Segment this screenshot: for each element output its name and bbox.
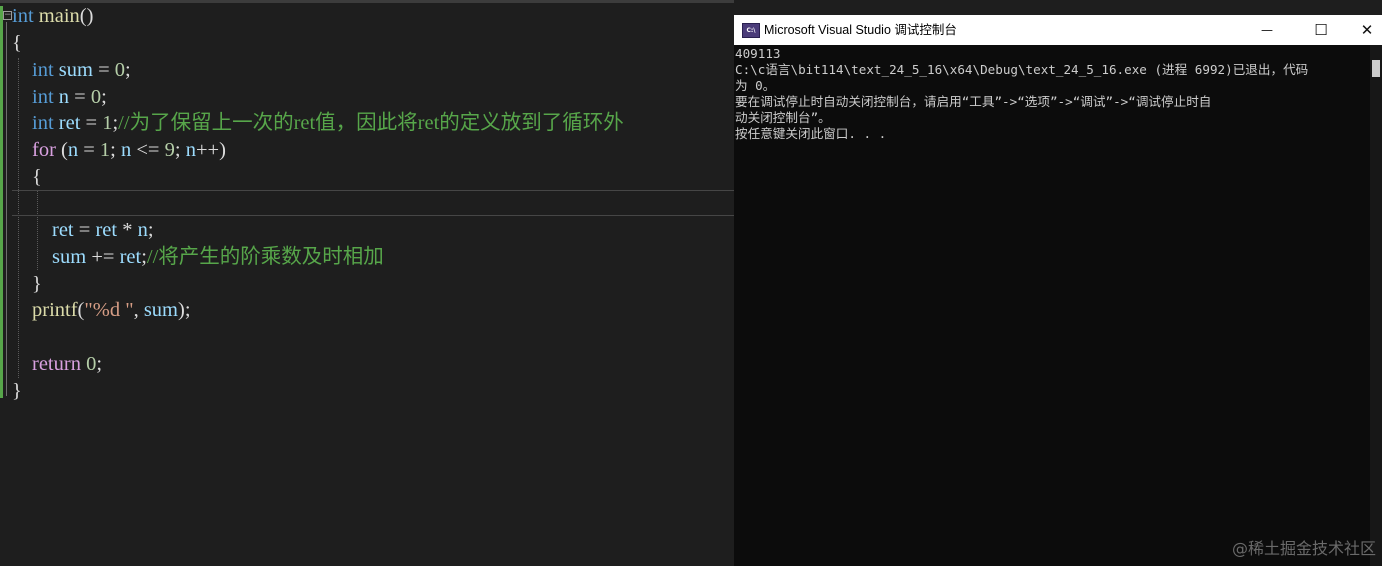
- keyword-return: return: [32, 353, 81, 375]
- open-brace: {: [32, 166, 42, 188]
- operator: =: [69, 86, 91, 108]
- number: 1: [102, 112, 113, 134]
- code-line-11[interactable]: }: [32, 271, 42, 297]
- console-line: 要在调试停止时自动关闭控制台，请启用“工具”->“选项”->“调试”->“调试停…: [735, 94, 1212, 109]
- window-title: Microsoft Visual Studio 调试控制台: [764, 23, 957, 37]
- operator: +=: [86, 246, 120, 268]
- variable: n: [67, 139, 79, 161]
- code-editor[interactable]: − int main() { int sum = 0; int n = 0; i…: [0, 0, 734, 566]
- code-line-14[interactable]: return 0;: [32, 351, 102, 377]
- collapse-icon[interactable]: −: [3, 11, 12, 20]
- minimize-button[interactable]: —: [1244, 15, 1290, 45]
- close-brace: }: [32, 273, 42, 295]
- variable: n: [121, 139, 132, 161]
- code-line-7[interactable]: {: [32, 164, 42, 190]
- variable: ret: [58, 112, 81, 134]
- open-brace: {: [12, 32, 22, 54]
- operator: <=: [131, 139, 165, 161]
- operator: =: [73, 219, 96, 241]
- operator: *: [117, 219, 138, 241]
- console-app-icon: C:\: [742, 23, 760, 38]
- watermark: @稀土掘金技术社区: [1231, 539, 1376, 558]
- variable: n: [137, 219, 148, 241]
- console-line: 按任意键关闭此窗口. . .: [735, 126, 887, 141]
- code-line-10[interactable]: sum += ret;//将产生的阶乘数及时相加: [52, 244, 384, 270]
- code-line-1[interactable]: int main(): [12, 3, 93, 29]
- parens: (): [79, 5, 94, 27]
- console-line: 为 0。: [735, 78, 776, 93]
- semicolon: ;: [125, 59, 131, 81]
- comment: //为了保留上一次的ret值，因此将ret的定义放到了循环外: [118, 112, 624, 134]
- number: 0: [114, 59, 126, 81]
- operator: =: [80, 112, 103, 134]
- code-line-15[interactable]: }: [12, 378, 22, 404]
- operator: =: [78, 139, 100, 161]
- function-name: main: [38, 5, 80, 27]
- indent-guide: [18, 58, 19, 378]
- outline-fold-line: [6, 22, 7, 396]
- keyword-for: for: [32, 139, 56, 161]
- console-scrollbar[interactable]: [1370, 45, 1382, 566]
- comment: //将产生的阶乘数及时相加: [146, 246, 384, 268]
- variable: ret: [95, 219, 118, 241]
- code-line-12[interactable]: printf("%d ", sum);: [32, 297, 191, 323]
- code-line-9[interactable]: ret = ret * n;: [52, 217, 154, 243]
- function-name: printf: [32, 299, 78, 321]
- semicolon: ;: [101, 86, 107, 108]
- current-line-highlight: [12, 190, 734, 216]
- code-line-6[interactable]: for (n = 1; n <= 9; n++): [32, 137, 226, 163]
- semicolon: ;: [96, 353, 103, 375]
- semicolon: );: [178, 299, 191, 321]
- console-output[interactable]: 409113 C:\c语言\bit114\text_24_5_16\x64\De…: [734, 45, 1371, 566]
- console-line: 409113: [735, 46, 781, 61]
- semicolon: ;: [147, 219, 154, 241]
- code-line-4[interactable]: int n = 0;: [32, 84, 107, 110]
- keyword-int: int: [32, 59, 54, 81]
- console-titlebar[interactable]: C:\ Microsoft Visual Studio 调试控制台 — ☐ ✕: [734, 15, 1382, 45]
- separator: ;: [110, 139, 121, 161]
- variable: ret: [119, 246, 142, 268]
- close-button[interactable]: ✕: [1344, 15, 1382, 45]
- operator: =: [92, 59, 115, 81]
- variable: sum: [143, 299, 179, 321]
- close-brace: }: [12, 380, 22, 402]
- separator: ;: [174, 139, 186, 161]
- code-line-3[interactable]: int sum = 0;: [32, 57, 131, 83]
- editor-top-border: [0, 0, 734, 3]
- variable: n: [185, 139, 196, 161]
- variable: sum: [58, 59, 93, 81]
- number: 9: [164, 139, 175, 161]
- number: 1: [99, 139, 111, 161]
- keyword-int: int: [32, 86, 54, 108]
- code-line-2[interactable]: {: [12, 30, 22, 56]
- maximize-button[interactable]: ☐: [1298, 15, 1344, 45]
- number: 0: [86, 353, 97, 375]
- code-line-5[interactable]: int ret = 1;//为了保留上一次的ret值，因此将ret的定义放到了循…: [32, 110, 624, 136]
- console-line: C:\c语言\bit114\text_24_5_16\x64\Debug\tex…: [735, 62, 1309, 77]
- console-line: 动关闭控制台”。: [735, 110, 831, 125]
- string-literal: "%d ": [84, 299, 134, 321]
- paren: (: [55, 139, 68, 161]
- change-indicator-bar: [0, 6, 3, 398]
- keyword-int: int: [12, 5, 34, 27]
- separator: ,: [133, 299, 144, 321]
- variable: n: [58, 86, 70, 108]
- keyword-int: int: [32, 112, 54, 134]
- number: 0: [90, 86, 102, 108]
- variable: sum: [52, 246, 87, 268]
- operator: ++): [195, 139, 226, 161]
- scrollbar-thumb[interactable]: [1372, 60, 1380, 77]
- variable: ret: [52, 219, 74, 241]
- debug-console-window[interactable]: C:\ Microsoft Visual Studio 调试控制台 — ☐ ✕ …: [734, 15, 1382, 566]
